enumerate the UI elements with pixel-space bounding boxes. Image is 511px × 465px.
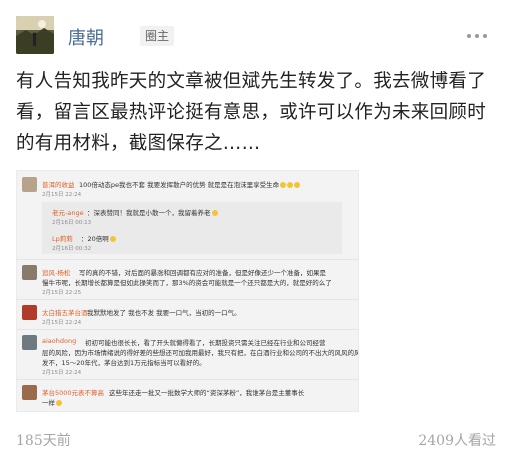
comment-author: 追风-杨松 (42, 269, 71, 277)
post-header: 唐朝 圈主 (16, 16, 495, 60)
comment-divider (17, 299, 358, 300)
comment-author: 太白猎五茅台酒 (42, 309, 88, 317)
post-time-ago: 185天前 (16, 433, 71, 449)
comment-date: 2月15日 22:24 (42, 192, 82, 198)
avatar[interactable] (16, 16, 54, 54)
comment-date: 2月15日 22:25 (42, 290, 82, 296)
post-footer: 185天前 2409人看过 (16, 430, 496, 449)
comment-text-line2: 一样 (42, 397, 62, 407)
post-card: 唐朝 圈主 有人告知我昨天的文章被但斌先生转发了。我去微博看了看，留言区最热评论… (0, 0, 511, 465)
weibo-screenshot[interactable]: 普洱的收益 100倍动态pe我也不套 我要发挥散户的优势 就是是在泡沫里享受生命… (16, 170, 359, 412)
comment-avatar (22, 305, 37, 320)
comment-author: aiaohdong (42, 337, 77, 345)
comment-author: 茅台5000元表不算高 (42, 389, 105, 397)
comment-text-line2: 慢牛市呢，长期增长都算是但如此操笑而了，那3%的资会可能就是一个还只都是大的，就… (42, 279, 332, 287)
comment-divider (17, 379, 358, 380)
view-count: 2409人看过 (418, 433, 496, 449)
comment-avatar (22, 177, 37, 192)
post-text: 有人告知我昨天的文章被但斌先生转发了。我去微博看了看，留言区最热评论挺有意思，或… (16, 71, 487, 154)
comment-divider (17, 259, 358, 260)
comment-date: 2月15日 22:24 (42, 320, 82, 326)
comment-divider (17, 329, 358, 330)
comment-text-line3: 发不，15～20年代，茅台达到1万元指标当可以看好的。 (42, 359, 206, 367)
role-badge: 圈主 (140, 26, 175, 46)
comment-text: 100倍动态pe我也不套 我要发挥散户的优势 就是是在泡沫里享受生命 (79, 179, 301, 189)
reply-author: Lp莉莉 (52, 235, 73, 243)
comment-text: 初初可能也很长长，看了开头就懒得看了，长期投资只需关注已经在行业和公司经营 (85, 339, 326, 347)
reply-text: ：深表赞同！我就是小散一个，我留着养老 (87, 207, 218, 217)
comment-text-line2: 层的风险，因为市场情绪说的得好差的些想还可加我用最好，我只有把，在白酒行业和公司… (42, 349, 359, 357)
comment-text: 这些年还走一批又一批数学大师的“资深茅粉”，我谁茅台是主董事长 (109, 389, 305, 397)
comment-avatar (22, 335, 37, 350)
comment-author: 普洱的收益 (42, 181, 75, 189)
more-options-icon[interactable] (467, 34, 491, 40)
comment-date: 2月15日 22:24 (42, 370, 82, 376)
reply-date: 2月16日 00:13 (52, 220, 92, 226)
reply-author: 老元-ange (52, 209, 84, 217)
comment-text: 我默默地发了 我也不发 我要一口气，当初的一口气。 (87, 309, 241, 317)
reply-text: ：20倍啊 (81, 233, 116, 243)
comment-text: 写的真的不错，对后面的暴涨和回调都有应对的准备，但是好像还少一个准备，如果是 (79, 269, 326, 277)
reply-date: 2月16日 00:32 (52, 246, 92, 252)
comment-avatar (22, 265, 37, 280)
author-name[interactable]: 唐朝 (68, 24, 104, 50)
comment-avatar (22, 385, 37, 400)
